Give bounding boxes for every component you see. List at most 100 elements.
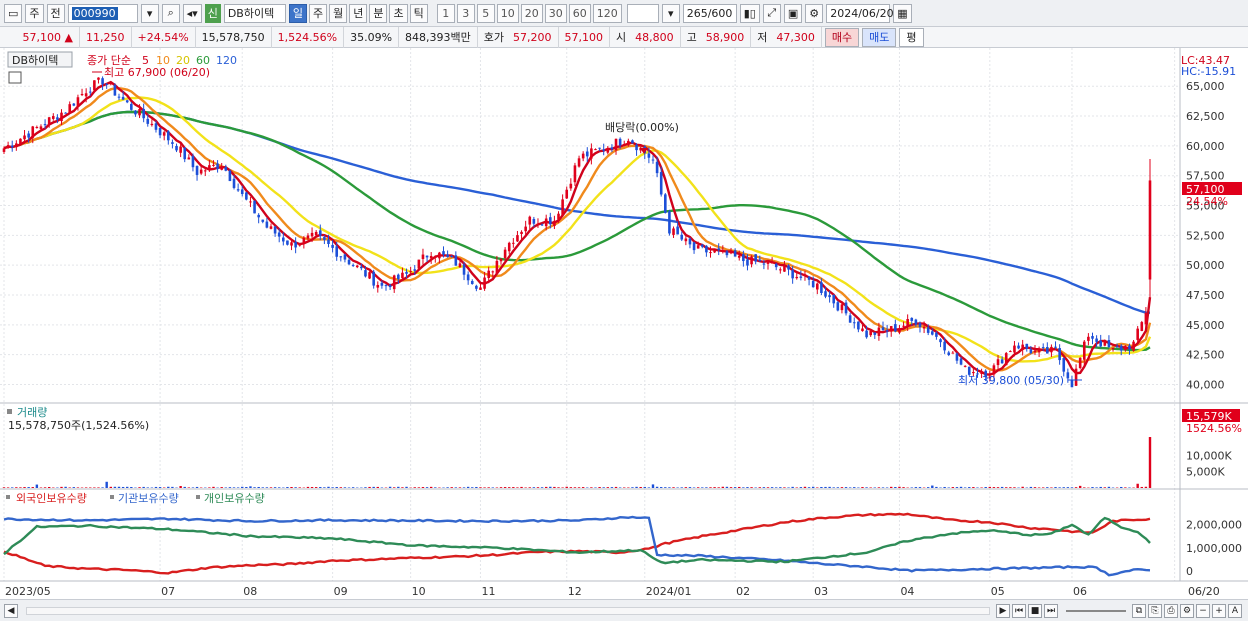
tab-1[interactable]: 주: [308, 3, 328, 23]
zoom-slider[interactable]: [1066, 609, 1126, 612]
horizontal-scrollbar[interactable]: [26, 606, 990, 615]
interval-10[interactable]: 10: [496, 3, 519, 23]
candle: [606, 147, 610, 153]
candle: [199, 169, 203, 174]
gear-icon[interactable]: ⚙: [805, 3, 824, 23]
draw-tool-icon[interactable]: ⤢: [762, 3, 781, 23]
interval-dropdown-icon[interactable]: ▾: [661, 3, 680, 23]
volume-bar: [130, 487, 133, 488]
candle: [183, 147, 187, 160]
interval-3[interactable]: 3: [456, 3, 475, 23]
candle: [1107, 340, 1111, 348]
buy-button[interactable]: 매수: [824, 27, 860, 47]
layout-icon[interactable]: ▭: [4, 3, 23, 23]
price-tick-label: 62,500: [1186, 110, 1225, 123]
volume-bar: [269, 487, 273, 488]
candle: [507, 242, 511, 252]
volume-bar: [828, 486, 831, 488]
tab-5[interactable]: 초: [389, 3, 408, 23]
candle: [273, 226, 277, 234]
scroll-left-icon[interactable]: ◀: [4, 603, 18, 618]
candle: [495, 260, 499, 274]
candle: [39, 126, 43, 130]
volume-bar: [742, 487, 745, 488]
interval-1[interactable]: 1: [436, 3, 455, 23]
volume-bar: [60, 486, 63, 488]
volume-bar: [1124, 487, 1127, 488]
calendar-icon[interactable]: ▦: [893, 3, 912, 23]
volume-bar: [475, 486, 478, 488]
interval-5[interactable]: 5: [476, 3, 495, 23]
print-icon[interactable]: ⎙: [1164, 603, 1178, 618]
volume-bar: [298, 487, 301, 488]
volume-bar: [1144, 486, 1148, 488]
interval-custom-input[interactable]: [626, 3, 659, 23]
zoom-in-icon[interactable]: +: [1212, 603, 1226, 618]
last-page-icon[interactable]: ⏭: [1044, 603, 1058, 618]
dropdown-icon[interactable]: ▾: [140, 3, 159, 23]
volume-bar: [117, 486, 121, 488]
candle: [43, 124, 47, 126]
candle: [959, 358, 963, 365]
search-icon[interactable]: ⌕: [161, 3, 180, 23]
candle: [553, 220, 556, 227]
tab-4[interactable]: 분: [369, 3, 388, 23]
text-size-icon[interactable]: A: [1228, 603, 1242, 618]
candle: [811, 280, 815, 288]
tab-0[interactable]: 일: [288, 3, 307, 23]
split-view-icon[interactable]: ⧉: [1132, 603, 1146, 618]
zoom-out-icon[interactable]: −: [1196, 603, 1210, 618]
candle: [401, 272, 404, 279]
volume-bar: [339, 487, 343, 488]
volume-bar: [791, 486, 794, 488]
prev-button[interactable]: 전: [46, 3, 65, 23]
scroll-right-icon[interactable]: ▶: [996, 603, 1010, 618]
candle: [914, 319, 918, 325]
x-tick-label: 2023/05: [5, 585, 51, 598]
candle: [195, 165, 199, 175]
volume-bar: [635, 486, 638, 488]
candle: [121, 96, 125, 100]
table-icon[interactable]: [8, 71, 22, 84]
volume-bar: [618, 487, 622, 488]
tab-3[interactable]: 년: [349, 3, 368, 23]
candle: [1148, 180, 1152, 280]
settings-icon[interactable]: ⚙: [1180, 603, 1194, 618]
volume-bar: [454, 487, 458, 488]
count-field[interactable]: 265/600: [682, 3, 737, 23]
x-tick-label: 04: [900, 585, 914, 598]
interval-120[interactable]: 120: [592, 3, 622, 23]
tab-2[interactable]: 월: [329, 3, 348, 23]
volume-bar: [19, 487, 22, 488]
candle: [943, 341, 946, 351]
sell-button[interactable]: 매도: [862, 27, 897, 47]
interval-20[interactable]: 20: [520, 3, 543, 23]
volume-bar: [848, 487, 852, 488]
volume-bar: [278, 487, 281, 488]
candle: [1115, 346, 1119, 348]
volume-bar: [684, 487, 688, 488]
stop-icon[interactable]: ■: [1028, 603, 1042, 618]
date-input[interactable]: 2024/06/20: [826, 3, 894, 23]
stock-name-field[interactable]: DB하이텍: [223, 3, 286, 23]
save-icon[interactable]: ▣: [783, 3, 803, 23]
volume-bar: [405, 486, 408, 488]
volume-bar: [294, 487, 297, 488]
first-page-icon[interactable]: ⏮: [1012, 603, 1026, 618]
volume-bar: [590, 487, 593, 488]
copy-icon[interactable]: ⎘: [1148, 603, 1162, 618]
interval-30[interactable]: 30: [544, 3, 567, 23]
candle-type-icon[interactable]: ▮▯: [739, 3, 760, 23]
volume-bar: [565, 486, 568, 488]
candle: [733, 250, 737, 257]
volume-bar: [31, 487, 34, 488]
chart-area[interactable]: 65,00062,50060,00057,50055,00052,50050,0…: [0, 48, 1248, 599]
candle: [721, 249, 725, 251]
speaker-icon[interactable]: ◂▾: [182, 3, 202, 23]
candle: [1054, 346, 1057, 348]
period-mode-select[interactable]: 주: [25, 3, 44, 23]
flat-button[interactable]: 평: [899, 27, 924, 47]
stock-code-input[interactable]: 000990: [67, 3, 138, 23]
interval-60[interactable]: 60: [568, 3, 591, 23]
tab-6[interactable]: 틱: [409, 3, 428, 23]
